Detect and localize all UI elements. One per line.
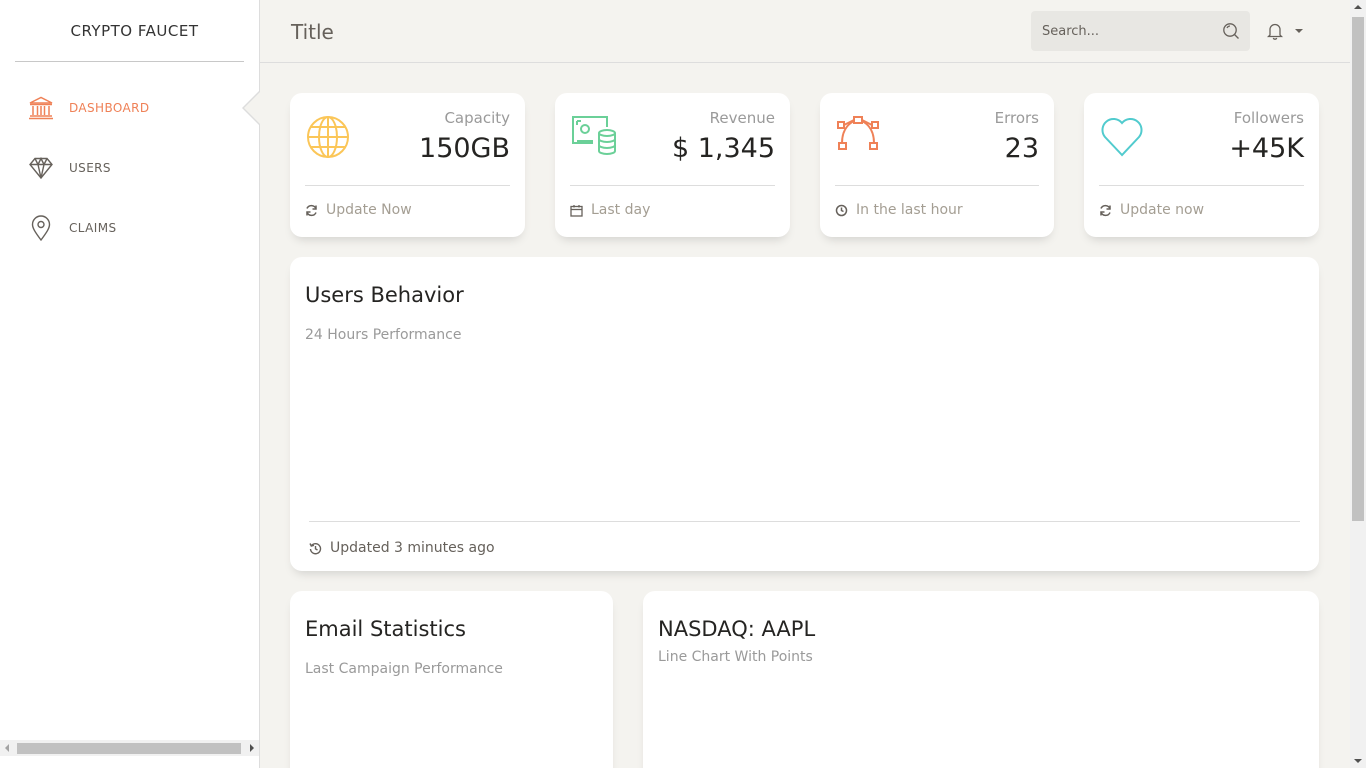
refresh-icon xyxy=(1099,204,1112,217)
divider xyxy=(309,521,1300,522)
nasdaq-card: NASDAQ: AAPL Line Chart With Points xyxy=(643,591,1319,768)
users-behavior-card: Users Behavior 24 Hours Performance Upda… xyxy=(290,257,1319,571)
updated-footer: Updated 3 minutes ago xyxy=(309,540,495,556)
stat-value: 150GB xyxy=(419,133,510,164)
stat-card-revenue: Revenue $ 1,345 Last day xyxy=(555,93,790,237)
notification-bell-icon[interactable] xyxy=(1266,22,1284,44)
divider xyxy=(835,185,1039,186)
stat-value: $ 1,345 xyxy=(671,133,775,164)
card-subtitle: Last Campaign Performance xyxy=(305,661,503,677)
page-title[interactable]: Title xyxy=(291,20,334,44)
sidebar-item-claims[interactable]: CLAIMS xyxy=(0,198,259,258)
scrollbar-thumb[interactable] xyxy=(1352,17,1364,521)
stat-footer[interactable]: Update now xyxy=(1099,202,1204,218)
scroll-left-arrow-icon[interactable] xyxy=(5,744,9,752)
stat-footer[interactable]: Last day xyxy=(570,202,650,218)
brand-logo-text[interactable]: CRYPTO FAUCET xyxy=(15,0,244,62)
stat-category: Followers xyxy=(1233,109,1304,127)
stat-footer[interactable]: Update Now xyxy=(305,202,412,218)
stat-card-followers: Followers +45K Update now xyxy=(1084,93,1319,237)
search-icon[interactable] xyxy=(1222,22,1240,44)
sidebar-item-label: DASHBOARD xyxy=(69,101,150,115)
sidebar-item-users[interactable]: USERS xyxy=(0,138,259,198)
stat-footer-text: Update now xyxy=(1120,202,1205,218)
bank-icon xyxy=(27,94,54,122)
horizontal-scrollbar[interactable] xyxy=(0,740,259,756)
top-navbar: Title xyxy=(260,0,1350,63)
vertical-scrollbar[interactable] xyxy=(1350,0,1366,768)
chevron-down-icon[interactable] xyxy=(1295,29,1303,33)
sidebar-item-label: CLAIMS xyxy=(69,221,117,235)
card-title: Users Behavior xyxy=(305,283,464,307)
search-box[interactable] xyxy=(1031,11,1250,51)
vector-icon xyxy=(836,115,882,161)
stat-footer-text: Update Now xyxy=(326,202,412,218)
scrollbar-thumb[interactable] xyxy=(17,743,241,754)
sidebar-nav: DASHBOARD USERS CLAIMS xyxy=(0,78,260,258)
history-icon xyxy=(309,542,322,555)
divider xyxy=(570,185,775,186)
card-subtitle: 24 Hours Performance xyxy=(305,327,462,343)
card-title: Email Statistics xyxy=(305,617,466,641)
globe-icon xyxy=(306,115,352,161)
stat-category: Errors xyxy=(994,109,1039,127)
card-title: NASDAQ: AAPL xyxy=(658,617,816,641)
calendar-icon xyxy=(570,204,583,217)
search-input[interactable] xyxy=(1031,23,1211,39)
money-coins-icon xyxy=(571,115,617,161)
refresh-icon xyxy=(305,204,318,217)
divider xyxy=(305,185,510,186)
chart-area xyxy=(309,357,1300,521)
sidebar-item-dashboard[interactable]: DASHBOARD xyxy=(0,78,260,138)
stat-footer-text: In the last hour xyxy=(856,202,963,218)
stat-card-capacity: Capacity 150GB Update Now xyxy=(290,93,525,237)
stat-footer[interactable]: In the last hour xyxy=(835,202,963,218)
clock-icon xyxy=(835,204,848,217)
email-statistics-card: Email Statistics Last Campaign Performan… xyxy=(290,591,613,768)
stat-value: 23 xyxy=(1004,133,1039,164)
stat-value: +45K xyxy=(1229,133,1304,164)
stat-category: Revenue xyxy=(709,109,775,127)
scroll-right-arrow-icon[interactable] xyxy=(250,744,254,752)
updated-text: Updated 3 minutes ago xyxy=(330,540,495,556)
diamond-icon xyxy=(27,154,54,182)
map-pin-icon xyxy=(27,214,54,242)
heart-icon xyxy=(1100,115,1146,161)
stat-card-errors: Errors 23 In the last hour xyxy=(820,93,1054,237)
card-subtitle: Line Chart With Points xyxy=(658,649,813,665)
stat-footer-text: Last day xyxy=(591,202,651,218)
sidebar-item-label: USERS xyxy=(69,161,111,175)
stat-category: Capacity xyxy=(444,109,510,127)
scroll-down-arrow-icon[interactable] xyxy=(1354,759,1362,763)
divider xyxy=(1099,185,1304,186)
sidebar: CRYPTO FAUCET DASHBOARD USERS CLAIMS xyxy=(0,0,260,768)
scroll-up-arrow-icon[interactable] xyxy=(1354,5,1362,9)
